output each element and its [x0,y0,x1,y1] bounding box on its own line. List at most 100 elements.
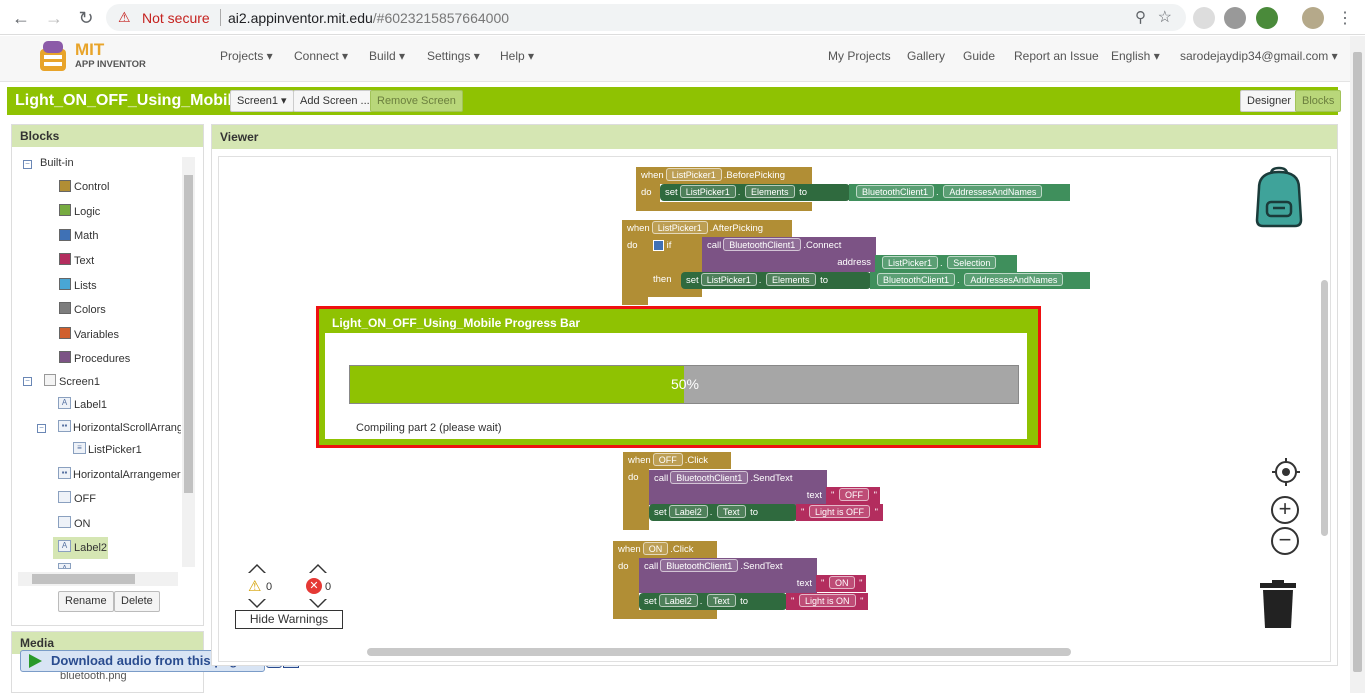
scrollbar-thumb[interactable] [1353,52,1362,672]
blocks-button[interactable]: Blocks [1295,90,1342,112]
set-block[interactable]: set Label2. Text to [639,593,787,610]
call-sendtext-block[interactable]: call BluetoothClient1 .SendText text [639,558,817,593]
colors-category-icon [59,302,71,314]
warning-icon: ⚠ [118,9,131,25]
call-sendtext-block[interactable]: call BluetoothClient1 .SendText text [649,470,827,505]
getter-block[interactable]: ListPicker1. Selection [875,255,1017,272]
delete-button[interactable]: Delete [114,591,160,612]
tree-listpicker1[interactable]: ListPicker1 [88,444,142,456]
page-scrollbar[interactable] [1350,36,1365,693]
set-block[interactable]: set ListPicker1. Elements to [660,184,850,201]
tree-text[interactable]: Text [74,255,94,267]
listpicker-component-icon: ≡ [73,442,86,454]
gear-icon[interactable] [653,239,664,251]
text-string-block[interactable]: " OFF " [826,487,880,504]
tree-on[interactable]: ON [74,518,91,530]
url-text[interactable]: ai2.appinventor.mit.edu/#602321585766400… [228,10,509,26]
link-guide[interactable]: Guide [963,49,995,63]
collapse-icon[interactable]: − [23,160,32,169]
designer-button[interactable]: Designer [1240,90,1299,112]
getter-block[interactable]: BluetoothClient1. AddressesAndNames [849,184,1070,201]
text-string-block[interactable]: " Light is OFF " [796,504,883,521]
back-arrow-icon[interactable]: ← [9,6,33,30]
account-dropdown[interactable]: sarodejaydip34@gmail.com ▾ [1180,49,1338,63]
tree-variables[interactable]: Variables [74,329,119,341]
scrollbar-thumb[interactable] [184,175,193,493]
forward-arrow-icon[interactable]: → [42,6,66,30]
error-next-icon[interactable] [309,599,327,608]
screen-select[interactable]: Screen1 ▾ [230,90,294,112]
extension-icon[interactable] [1224,7,1246,29]
tree-hscrollbar[interactable] [18,572,178,586]
add-screen-button[interactable]: Add Screen ... [293,90,377,112]
link-my-projects[interactable]: My Projects [828,49,891,63]
tree-colors[interactable]: Colors [74,304,106,316]
tree-screen1[interactable]: Screen1 [59,376,100,388]
workspace-hscrollbar[interactable] [367,648,1071,656]
collapse-icon[interactable]: − [23,377,32,386]
address-bar[interactable]: ⚠ Not secure ai2.appinventor.mit.edu/#60… [106,4,1186,31]
remove-screen-button[interactable]: Remove Screen [370,90,463,112]
extension-icon[interactable] [1193,7,1215,29]
menu-help[interactable]: Help ▾ [500,49,534,63]
call-connect-block[interactable]: call BluetoothClient1 .Connect address [702,237,876,272]
getter-block[interactable]: BluetoothClient1. AddressesAndNames [870,272,1090,289]
menu-build[interactable]: Build ▾ [369,49,405,63]
reload-icon[interactable]: ↻ [74,6,98,30]
logo-text: MIT [75,40,105,59]
event-block[interactable]: when ON .Click [613,541,717,558]
backpack-icon[interactable] [1247,166,1311,230]
warning-next-icon[interactable] [248,599,266,608]
center-target-icon[interactable] [1271,457,1301,487]
star-icon[interactable]: ☆ [1158,7,1172,27]
tree-control[interactable]: Control [74,181,109,193]
tree-label2[interactable]: Label2 [74,542,107,554]
tree-horizontal-arrangement[interactable]: HorizontalArrangemer [73,469,181,481]
language-dropdown[interactable]: English ▾ [1111,49,1160,63]
zoom-in-icon[interactable]: + [1271,496,1299,524]
scrollbar-thumb[interactable] [32,574,135,584]
event-block[interactable]: when OFF .Click [623,452,731,469]
divider [220,9,221,26]
tree-math[interactable]: Math [74,230,98,242]
rename-button[interactable]: Rename [58,591,114,612]
app-header: MIT APP INVENTOR Projects ▾ Connect ▾ Bu… [0,36,1350,82]
collapse-icon[interactable]: − [37,424,46,433]
trash-icon[interactable] [1259,580,1297,630]
warning-icon: ⚠ [248,578,262,595]
zoom-icon[interactable]: ⚲ [1135,8,1146,26]
button-component-icon [58,491,71,503]
set-block[interactable]: set Label2. Text to [649,504,797,521]
menu-dots-icon[interactable]: ⋮ [1334,7,1356,29]
tree-horizontal-scroll[interactable]: HorizontalScrollArrang [73,422,181,434]
menu-projects[interactable]: Projects ▾ [220,49,273,63]
warning-prev-icon[interactable] [248,564,266,573]
extension-icon[interactable] [1256,7,1278,29]
workspace-vscrollbar[interactable] [1321,280,1328,536]
menu-connect[interactable]: Connect ▾ [294,49,348,63]
tree-label1[interactable]: Label1 [74,399,107,411]
tree-procedures[interactable]: Procedures [74,353,130,365]
menu-settings[interactable]: Settings ▾ [427,49,480,63]
zoom-out-icon[interactable]: − [1271,527,1299,555]
tree-logic[interactable]: Logic [74,206,100,218]
tree-scrollbar[interactable] [182,157,195,567]
browser-chrome: ← → ↻ ⚠ Not secure ai2.appinventor.mit.e… [0,0,1365,35]
error-prev-icon[interactable] [309,564,327,573]
tree-builtin[interactable]: Built-in [40,157,74,169]
tree-off[interactable]: OFF [74,493,96,505]
math-category-icon [59,229,71,241]
text-string-block[interactable]: " Light is ON " [786,593,868,610]
avatar[interactable] [1302,7,1324,29]
progress-bar: 50% [349,365,1019,404]
progress-dialog: Light_ON_OFF_Using_Mobile Progress Bar 5… [316,306,1041,448]
event-block[interactable]: when ListPicker1 .AfterPicking [622,220,792,237]
link-gallery[interactable]: Gallery [907,49,945,63]
set-block[interactable]: set ListPicker1. Elements to [681,272,871,289]
event-block[interactable]: when ListPicker1 .BeforePicking [636,167,812,184]
link-report-issue[interactable]: Report an Issue [1014,49,1099,63]
hide-warnings-button[interactable]: Hide Warnings [235,610,343,629]
tree-lists[interactable]: Lists [74,280,97,292]
app-inventor-logo-icon[interactable] [34,39,72,73]
text-string-block[interactable]: " ON " [816,575,866,592]
